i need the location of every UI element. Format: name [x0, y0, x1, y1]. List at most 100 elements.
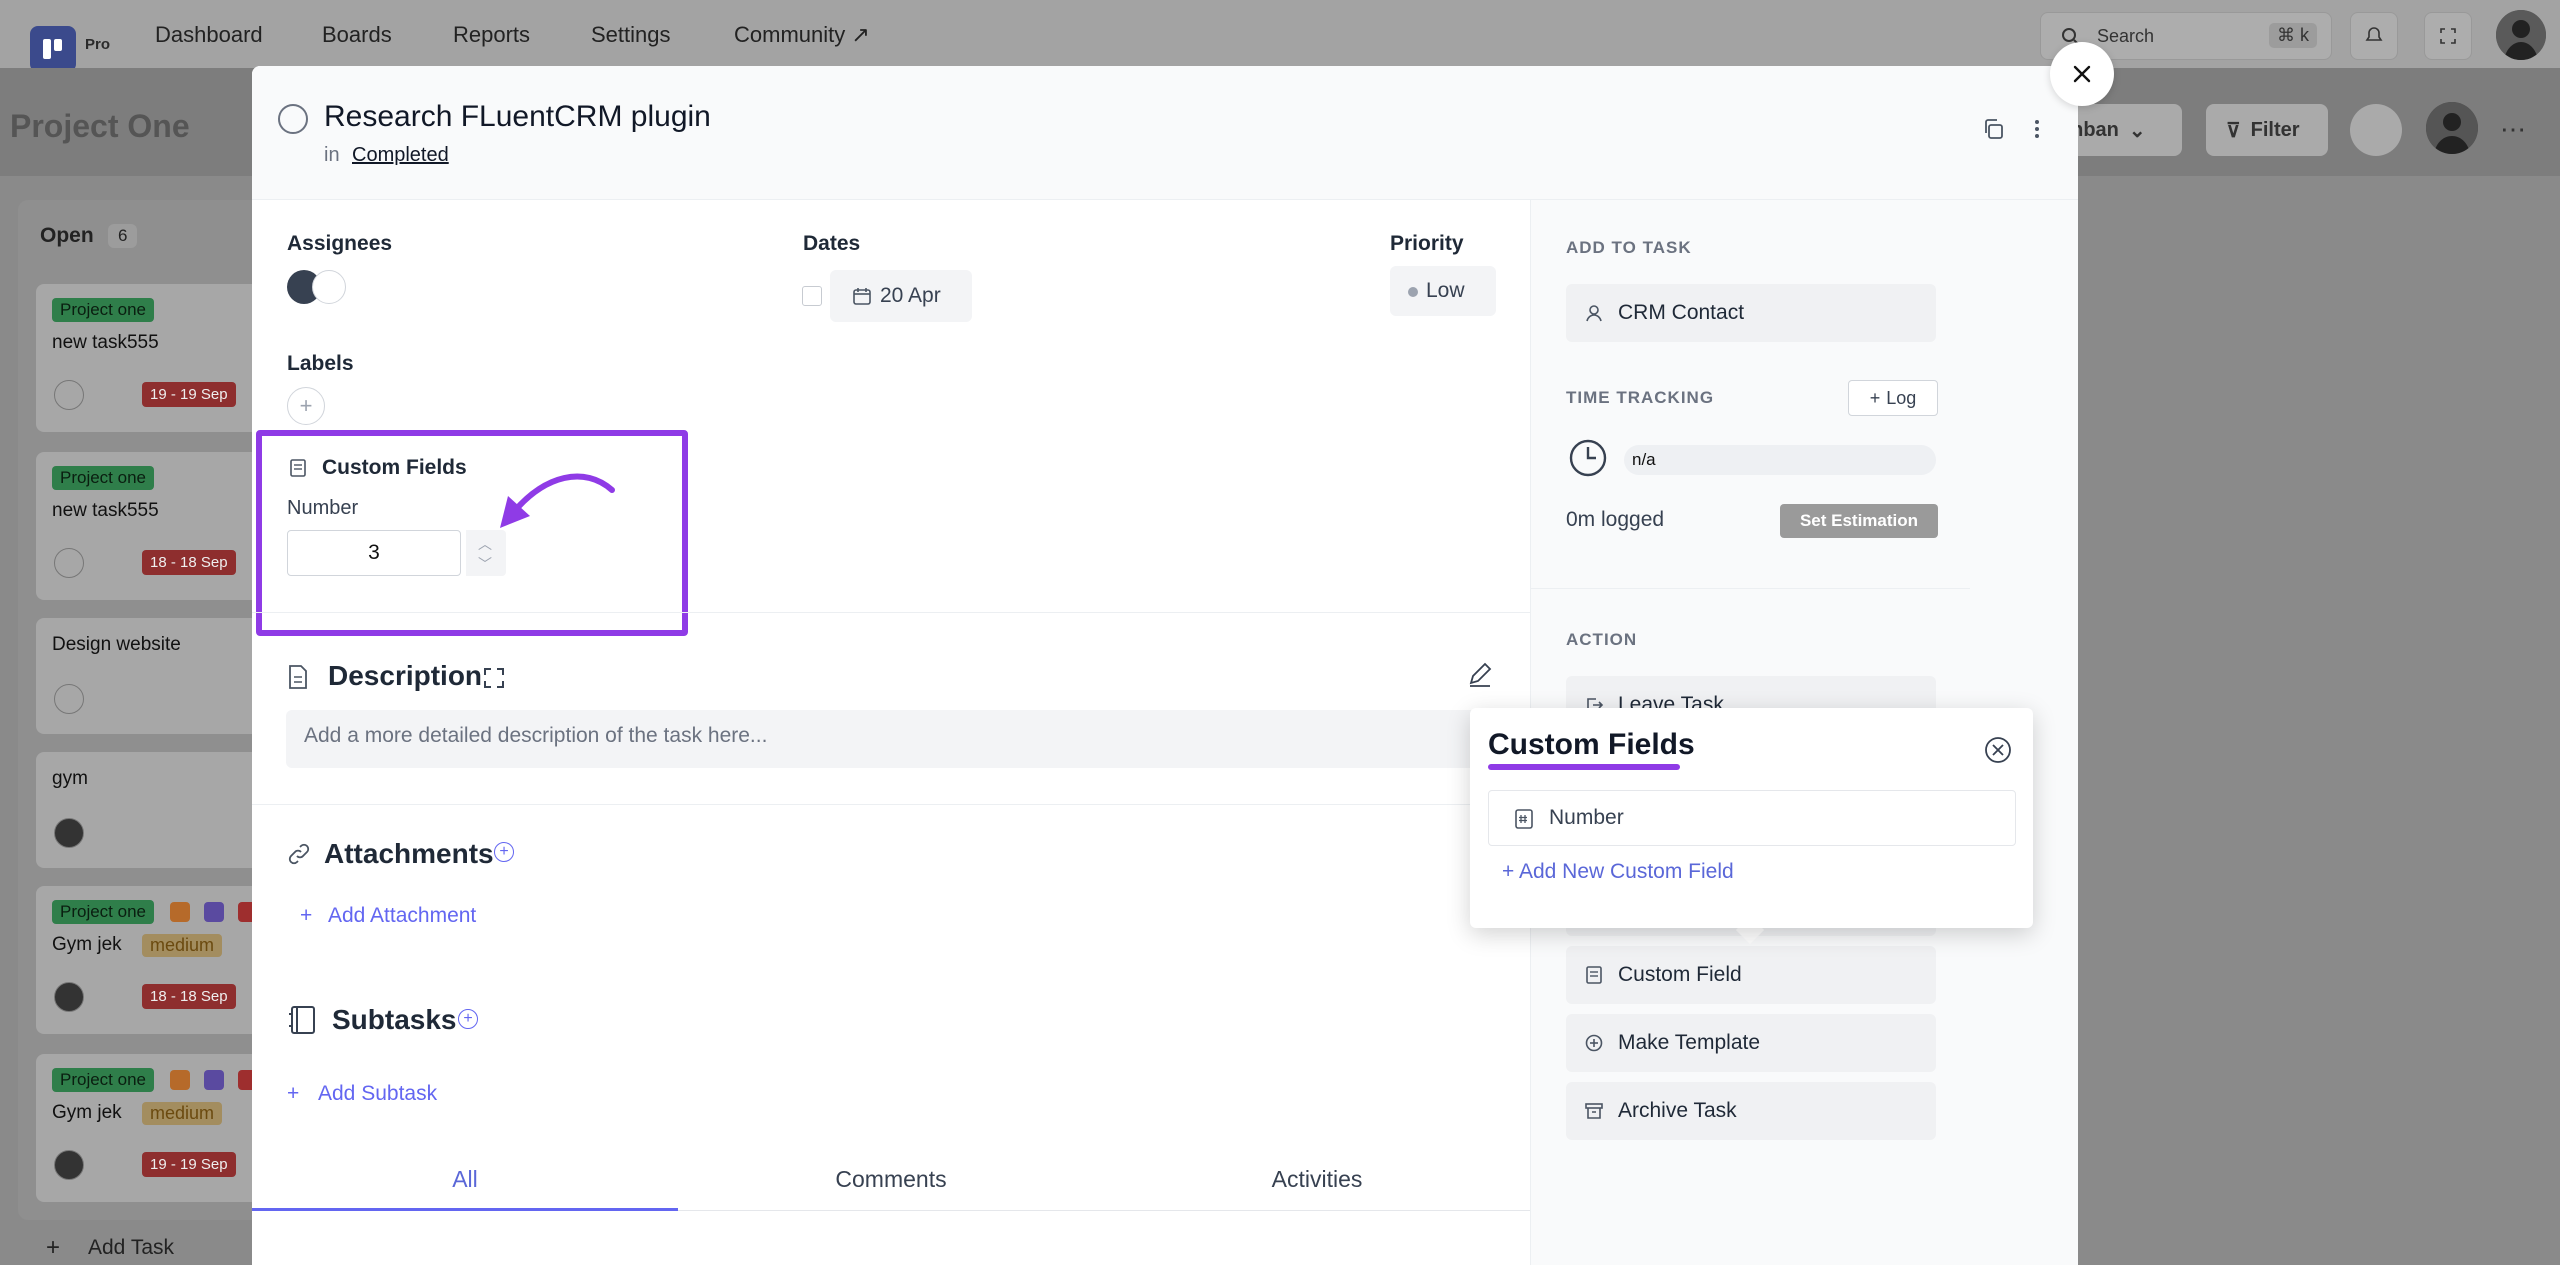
- attachments-title: Attachments: [324, 838, 494, 869]
- priority-badge: medium: [142, 1102, 223, 1125]
- card-assignee: [54, 684, 84, 714]
- tab-activities[interactable]: Activities: [1104, 1166, 1530, 1193]
- stage-link[interactable]: Completed: [352, 144, 449, 167]
- link-icon: [288, 843, 310, 865]
- nav-settings[interactable]: Settings: [591, 22, 671, 48]
- divider: [252, 612, 1530, 613]
- add-subtask-button[interactable]: Add Subtask: [318, 1082, 437, 1106]
- plus-icon: +: [287, 1082, 300, 1105]
- add-new-custom-field-button[interactable]: + Add New Custom Field: [1502, 860, 1734, 884]
- board-member-avatar[interactable]: [2426, 102, 2478, 154]
- brand-label: Pro: [85, 36, 111, 53]
- add-assignee-icon[interactable]: [312, 270, 346, 304]
- search-shortcut: ⌘ k: [2268, 23, 2317, 48]
- time-logged: 0m logged: [1566, 508, 1665, 531]
- card-tag: Project one: [52, 900, 154, 924]
- add-task-button[interactable]: Add Task: [88, 1236, 174, 1260]
- log-time-button[interactable]: + Log: [1848, 380, 1938, 416]
- document-icon: [290, 459, 306, 477]
- custom-fields-title: Custom Fields: [322, 456, 467, 479]
- card-title: new task555: [52, 500, 159, 521]
- description-editor[interactable]: Add a more detailed description of the t…: [286, 710, 1510, 768]
- custom-field-number-label: Number: [1549, 806, 1624, 829]
- label-swatch: [204, 1070, 224, 1090]
- custom-field-button[interactable]: Custom Field: [1566, 946, 1936, 1004]
- add-attachment-button[interactable]: Add Attachment: [328, 904, 476, 928]
- number-input[interactable]: 3: [287, 530, 461, 576]
- project-title: Project One: [10, 108, 190, 144]
- label-swatch: [170, 902, 190, 922]
- custom-fields-popover: Custom Fields Number + Add New Custom Fi…: [1470, 708, 2033, 928]
- more-vertical-icon[interactable]: [2022, 114, 2052, 144]
- more-icon[interactable]: ⋯: [2500, 114, 2526, 145]
- number-field-icon: [1515, 809, 1533, 829]
- plus-circle-icon: [1585, 1034, 1603, 1052]
- nav-community[interactable]: Community ↗: [734, 22, 870, 48]
- subtasks-title: Subtasks: [332, 1004, 457, 1035]
- priority-dot-icon: [1408, 287, 1418, 297]
- refresh-button[interactable]: [2350, 104, 2402, 156]
- add-subtask-icon[interactable]: +: [458, 1009, 478, 1029]
- expand-icon[interactable]: [482, 666, 506, 690]
- crm-contact-button[interactable]: CRM Contact: [1566, 284, 1936, 342]
- crm-contact-label: CRM Contact: [1618, 301, 1745, 324]
- priority-badge: medium: [142, 934, 223, 957]
- filter-button[interactable]: ⊽ Filter: [2206, 104, 2328, 156]
- card-tag: Project one: [52, 466, 154, 490]
- modal-header: Research FLuentCRM plugin in Completed: [252, 66, 2078, 200]
- fullscreen-button[interactable]: [2424, 12, 2472, 60]
- archive-icon: [1585, 1103, 1603, 1119]
- card-title: Gym jek: [52, 1102, 122, 1123]
- date-checkbox[interactable]: [802, 286, 822, 306]
- priority-value: Low: [1426, 279, 1465, 302]
- nav-dashboard[interactable]: Dashboard: [155, 22, 263, 48]
- app-logo[interactable]: [30, 26, 76, 72]
- date-value: 20 Apr: [880, 284, 941, 307]
- card-date: 18 - 18 Sep: [142, 550, 236, 575]
- complete-toggle[interactable]: [278, 104, 308, 134]
- tab-all[interactable]: All: [252, 1166, 678, 1193]
- label-swatch: [204, 902, 224, 922]
- labels-label: Labels: [287, 352, 354, 375]
- dates-label: Dates: [803, 232, 861, 255]
- card-tag: Project one: [52, 298, 154, 322]
- archive-task-button[interactable]: Archive Task: [1566, 1082, 1936, 1140]
- edit-icon[interactable]: [1466, 660, 1494, 688]
- close-modal-button[interactable]: [2050, 42, 2114, 106]
- add-new-custom-field-label: Add New Custom Field: [1518, 860, 1734, 883]
- date-picker[interactable]: 20 Apr: [830, 270, 972, 322]
- user-avatar[interactable]: [2496, 10, 2546, 60]
- description-title: Description: [328, 660, 483, 691]
- task-title[interactable]: Research FLuentCRM plugin: [324, 100, 711, 134]
- card-title: new task555: [52, 332, 159, 353]
- nav-boards[interactable]: Boards: [322, 22, 392, 48]
- log-label: Log: [1886, 387, 1917, 408]
- column-count: 6: [108, 224, 138, 248]
- tab-comments[interactable]: Comments: [678, 1166, 1104, 1193]
- card-date: 18 - 18 Sep: [142, 984, 236, 1009]
- chevron-down-icon[interactable]: ﹀: [478, 554, 492, 574]
- estimate-progress: n/a: [1624, 445, 1936, 475]
- priority-select[interactable]: Low: [1390, 266, 1496, 316]
- user-icon: [1586, 305, 1602, 322]
- custom-field-number-item[interactable]: Number: [1488, 790, 2016, 846]
- nav-reports[interactable]: Reports: [453, 22, 530, 48]
- make-template-button[interactable]: Make Template: [1566, 1014, 1936, 1072]
- plus-icon: +: [300, 904, 313, 927]
- close-circle-icon[interactable]: [1984, 736, 2012, 764]
- expand-icon: [2440, 28, 2456, 44]
- card-tag: Project one: [52, 1068, 154, 1092]
- card-title: gym: [52, 768, 88, 789]
- time-tracking-heading: TIME TRACKING: [1566, 388, 1715, 407]
- card-date: 19 - 19 Sep: [142, 1152, 236, 1177]
- notifications-button[interactable]: [2350, 12, 2398, 60]
- divider: [252, 804, 1530, 805]
- set-estimation-button[interactable]: Set Estimation: [1780, 504, 1938, 538]
- add-attachment-icon[interactable]: +: [494, 842, 514, 862]
- logo-icon: [43, 39, 62, 59]
- divider: [1530, 588, 1970, 589]
- copy-icon[interactable]: [1978, 114, 2008, 144]
- close-icon: [2073, 65, 2091, 83]
- make-template-label: Make Template: [1618, 1031, 1761, 1054]
- add-label-button[interactable]: +: [287, 387, 325, 425]
